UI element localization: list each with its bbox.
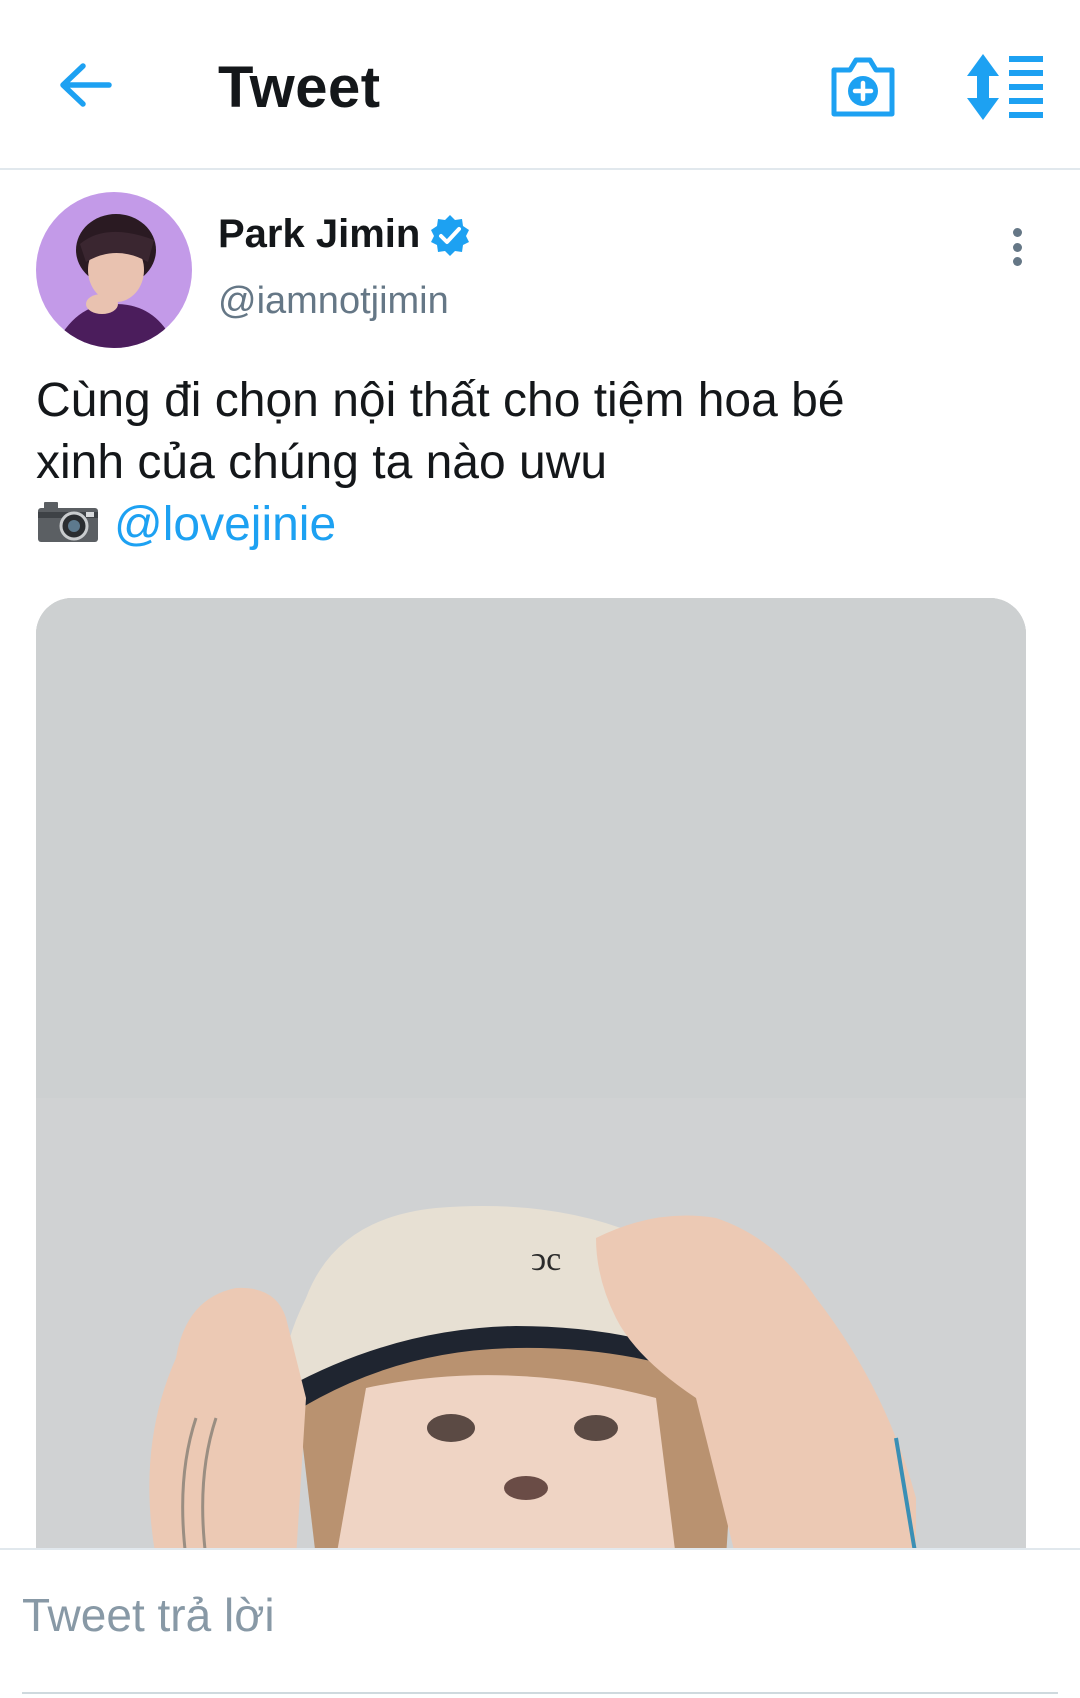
tweet-text: Cùng đi chọn nội thất cho tiệm hoa bé xi… — [36, 370, 1036, 556]
top-app-bar: Tweet — [0, 0, 1080, 170]
author-handle[interactable]: @iamnotjimin — [218, 280, 449, 323]
camera-plus-icon — [831, 57, 895, 117]
back-button[interactable] — [50, 50, 120, 120]
verified-badge-icon — [431, 214, 470, 256]
author-name-row[interactable]: Park Jimin — [218, 212, 472, 257]
tweet-text-line-3: @lovejinie — [36, 494, 1036, 556]
back-arrow-icon — [60, 63, 112, 107]
avatar[interactable] — [36, 192, 192, 348]
page-title: Tweet — [218, 55, 381, 120]
media-photo: ↄc — [36, 598, 1026, 1558]
author-display-name[interactable]: Park Jimin — [218, 212, 420, 257]
avatar-photo — [36, 192, 192, 348]
reply-underline — [22, 1692, 1058, 1694]
tweet-text-line-2: xinh của chúng ta nào uwu — [36, 436, 608, 489]
mention-link[interactable]: @lovejinie — [114, 498, 336, 551]
svg-text:ↄc: ↄc — [531, 1241, 561, 1278]
tweet-text-line-1: Cùng đi chọn nội thất cho tiệm hoa bé — [36, 374, 845, 427]
sort-lines-icon — [967, 54, 1043, 120]
camera-emoji-icon — [38, 502, 98, 542]
more-dots-icon — [1012, 228, 1022, 237]
sort-button[interactable] — [965, 52, 1045, 122]
reply-composer — [0, 1548, 1080, 1698]
more-options-button[interactable] — [1000, 222, 1034, 272]
reply-input[interactable] — [22, 1570, 1052, 1660]
camera-button[interactable] — [828, 54, 898, 120]
tweet-media-photo[interactable]: ↄc — [36, 598, 1026, 1558]
